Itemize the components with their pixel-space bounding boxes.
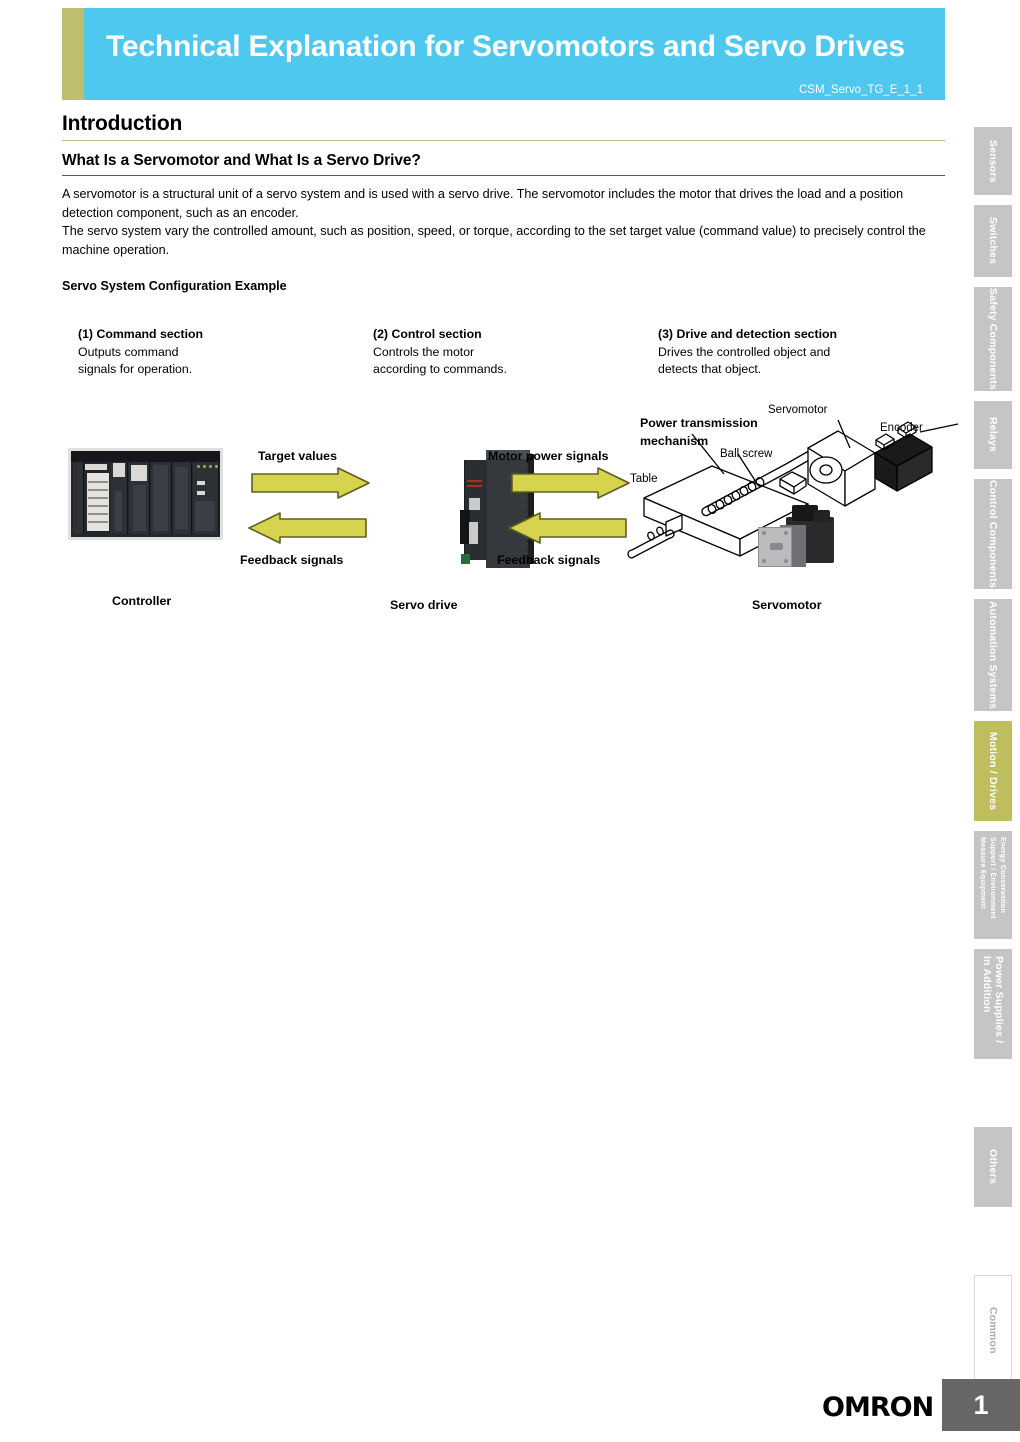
sidebar-tab-control-components[interactable]: Control Components (974, 479, 1012, 589)
section-column-control: (2) Control section Controls the motor a… (373, 326, 658, 378)
sidebar-tab-label: Energy Conservation Support / Environmen… (979, 837, 1008, 919)
feedback-signals-left-label: Feedback signals (240, 553, 344, 567)
sidebar-tab-switches[interactable]: Switches (974, 205, 1012, 277)
feedback-signals-right-label: Feedback signals (497, 553, 601, 567)
controller-plc-image (68, 448, 223, 540)
power-transmission-label-line2: mechanism (640, 434, 709, 448)
sidebar-tab-label: Power Supplies / In Addition (981, 956, 1005, 1044)
section-description: Outputs command signals for operation. (78, 345, 193, 376)
sidebar-tab-automation-systems[interactable]: Automation Systems (974, 599, 1012, 711)
feedback-signals-arrow-left-icon (248, 512, 367, 544)
system-sections: (1) Command section Outputs command sign… (78, 326, 958, 378)
subheading-divider (62, 175, 945, 176)
motor-power-arrow-right-icon (511, 467, 630, 499)
target-values-label: Target values (258, 449, 337, 463)
subsection-heading: What Is a Servomotor and What Is a Servo… (62, 152, 421, 169)
sidebar-tab-motion-drives[interactable]: Motion / Drives (974, 721, 1012, 821)
sidebar-tab-safety-components[interactable]: Safety Components (974, 287, 1012, 391)
section-heading-introduction: Introduction (62, 112, 183, 135)
intro-paragraph-2: The servo system vary the controlled amo… (62, 224, 926, 257)
sidebar-tab-common[interactable]: Common (974, 1275, 1012, 1385)
intro-paragraph-1: A servomotor is a structural unit of a s… (62, 187, 904, 220)
sidebar-tab-label: Control Components (987, 479, 999, 588)
motor-power-signals-label: Motor power signals (488, 449, 609, 463)
sidebar-tab-label: Safety Components (987, 288, 999, 390)
header-olive-accent-bar (62, 8, 84, 100)
target-values-arrow-right-icon (251, 467, 370, 499)
ball-screw-label: Ball screw (720, 448, 773, 460)
sidebar-tab-label: Automation Systems (987, 600, 999, 710)
sidebar-tab-label: Relays (987, 417, 999, 453)
sidebar-tab-energy-conservation[interactable]: Energy Conservation Support / Environmen… (974, 831, 1012, 939)
sidebar-tab-label: Common (987, 1306, 999, 1354)
omron-logo: OMRON (822, 1392, 934, 1423)
section-description: Controls the motor according to commands… (373, 345, 507, 376)
section-description: Drives the controlled object and detects… (658, 345, 831, 376)
controller-label: Controller (112, 594, 172, 608)
section-column-drive-detection: (3) Drive and detection section Drives t… (658, 326, 958, 378)
sidebar-tab-others[interactable]: Others (974, 1127, 1012, 1207)
sidebar-tab-label: Sensors (987, 139, 999, 183)
sidebar-tab-power-supplies[interactable]: Power Supplies / In Addition (974, 949, 1012, 1059)
page-title: Technical Explanation for Servomotors an… (106, 30, 905, 63)
section-title: (1) Command section (78, 327, 204, 341)
sidebar-tab-label: Switches (987, 217, 999, 265)
servomotor-label: Servomotor (752, 598, 822, 612)
heading-divider-olive (62, 140, 945, 141)
encoder-callout-label: Encoder (880, 422, 923, 434)
feedback-signals-arrow-left-2-icon (508, 512, 627, 544)
sidebar-tab-label: Motion / Drives (987, 731, 999, 811)
sidebar-tab-relays[interactable]: Relays (974, 401, 1012, 469)
sidebar-tab-label: Others (987, 1149, 999, 1185)
power-transmission-label-line1: Power transmission (640, 416, 758, 430)
page-header-banner: Technical Explanation for Servomotors an… (62, 8, 945, 100)
document-code: CSM_Servo_TG_E_1_1 (798, 84, 923, 96)
servo-drive-label: Servo drive (390, 598, 458, 612)
section-column-command: (1) Command section Outputs command sign… (78, 326, 373, 378)
sidebar-tab-sensors[interactable]: Sensors (974, 127, 1012, 195)
config-example-heading: Servo System Configuration Example (62, 279, 287, 293)
section-title: (2) Control section (373, 327, 482, 341)
main-content: Introduction What Is a Servomotor and Wh… (62, 112, 945, 293)
page-number-badge: 1 (942, 1379, 1020, 1431)
servomotor-callout-label: Servomotor (768, 404, 828, 416)
section-title: (3) Drive and detection section (658, 327, 838, 341)
servomotor-image (756, 503, 842, 575)
table-label: Table (630, 473, 658, 485)
